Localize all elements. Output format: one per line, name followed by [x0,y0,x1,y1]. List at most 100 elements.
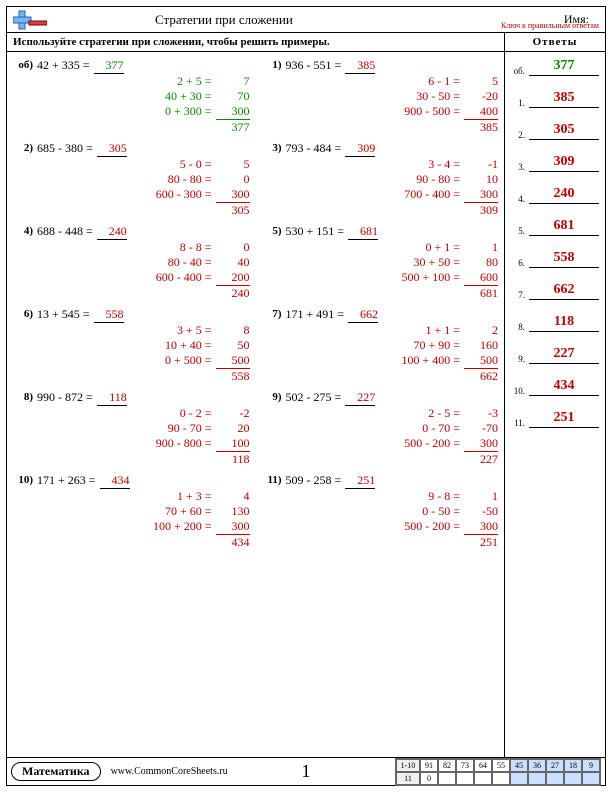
step-line: 0 - 50 = -50 [286,504,501,519]
problem: 11)509 - 258 =2519 - 8 =10 - 50 =-50500 … [260,473,501,550]
step-rhs: 0 [216,240,250,255]
step-line: 500 + 100 =600 [286,270,501,286]
expression-answer: 681 [348,224,378,240]
step-rhs: 400 [464,104,498,120]
step-total: 558 [37,369,252,384]
expression-text: 171 + 263 = [37,473,96,488]
answer-value: 309 [529,154,599,172]
problem-number: 10) [11,473,33,486]
expression-text: 530 + 151 = [286,224,345,239]
step-lhs: 500 - 200 = [390,436,460,452]
score-cell: 0 [420,772,438,785]
step-total: 377 [37,120,252,135]
step-lhs: 30 + 50 = [390,255,460,270]
answer-row: 2.305 [511,122,599,140]
step-lhs: 30 - 50 = [390,89,460,104]
step-lhs: 1 + 1 = [390,323,460,338]
problem: 8)990 - 872 =1180 - 2 =-290 - 70 =20900 … [11,390,252,467]
answer-number: 2. [511,130,525,140]
answer-row: 4.240 [511,186,599,204]
step-total: 305 [37,203,252,218]
body: об)42 + 335 =3772 + 5 =740 + 30 =700 + 3… [7,52,605,757]
step-line: 900 - 800 =100 [37,436,252,452]
answer-value: 681 [529,218,599,236]
step-lhs: 5 - 0 = [142,157,212,172]
score-cell: 45 [510,759,528,772]
step-lhs: 9 - 8 = [390,489,460,504]
step-rhs: 300 [216,104,250,120]
instructions-text: Используйте стратегии при сложении, чтоб… [7,33,505,51]
problem-body: 793 - 484 =3093 - 4 =-190 - 80 =10700 - … [286,141,501,218]
score-cell [546,772,564,785]
step-rhs: 160 [464,338,498,353]
step-rhs: 1 [464,240,498,255]
step-line: 600 - 400 =200 [37,270,252,286]
step-lhs: 0 - 70 = [390,421,460,436]
problem-expression: 793 - 484 =309 [286,141,501,157]
answer-number: 4. [511,194,525,204]
step-rhs: 8 [216,323,250,338]
problem: 7)171 + 491 =6621 + 1 =270 + 90 =160100 … [260,307,501,384]
step-lhs: 1 + 3 = [142,489,212,504]
site-url: www.CommonCoreSheets.ru [111,766,228,777]
step-rhs: 70 [216,89,250,104]
step-line: 0 - 70 = -70 [286,421,501,436]
page-number: 1 [302,761,311,782]
answer-row: 11.251 [511,410,599,428]
answer-number: 8. [511,322,525,332]
step-line: 0 + 500 =500 [37,353,252,369]
answer-value: 118 [529,314,599,332]
problem-body: 990 - 872 =1180 - 2 =-290 - 70 =20900 - … [37,390,252,467]
answer-number: 7. [511,290,525,300]
problem-body: 688 - 448 =2408 - 8 =080 - 40 =40600 - 4… [37,224,252,301]
score-cell [564,772,582,785]
step-rhs: 80 [464,255,498,270]
answer-value: 434 [529,378,599,396]
step-lhs: 8 - 8 = [142,240,212,255]
answer-row: 3.309 [511,154,599,172]
step-lhs: 0 + 500 = [142,353,212,369]
step-rhs: -50 [464,504,498,519]
score-cell: 82 [438,759,456,772]
step-lhs: 90 - 80 = [390,172,460,187]
expression-answer: 385 [345,58,375,74]
problem-body: 13 + 545 =5583 + 5 =810 + 40 =500 + 500 … [37,307,252,384]
problem-body: 171 + 263 =4341 + 3 =470 + 60 =130100 + … [37,473,252,550]
problems-area: об)42 + 335 =3772 + 5 =740 + 30 =700 + 3… [7,52,505,757]
step-rhs: 7 [216,74,250,89]
problem-number: 4) [11,224,33,237]
score-cell: 55 [492,759,510,772]
step-total: 251 [286,535,501,550]
step-line: 500 - 200 =300 [286,519,501,535]
step-lhs: 3 + 5 = [142,323,212,338]
expression-text: 688 - 448 = [37,224,93,239]
step-rhs: 300 [464,436,498,452]
answer-row: 10.434 [511,378,599,396]
problem-expression: 171 + 491 =662 [286,307,501,323]
step-line: 30 - 50 =-20 [286,89,501,104]
step-rhs: 5 [216,157,250,172]
score-cell: 91 [420,759,438,772]
step-rhs: 300 [464,187,498,203]
step-line: 1 + 1 =2 [286,323,501,338]
expression-text: 13 + 545 = [37,307,90,322]
expression-answer: 309 [345,141,375,157]
footer: Математика www.CommonCoreSheets.ru 1 1-1… [7,757,605,785]
score-cell: 1-10 [396,759,420,772]
problem: 9)502 - 275 =2272 - 5 =-30 - 70 =-70500 … [260,390,501,467]
step-lhs: 3 - 4 = [390,157,460,172]
step-rhs: -70 [464,421,498,436]
step-line: 0 + 1 =1 [286,240,501,255]
answer-number: 9. [511,354,525,364]
step-line: 100 + 400 =500 [286,353,501,369]
step-rhs: 10 [464,172,498,187]
answers-header: Ответы [505,33,605,51]
subject-badge: Математика [11,762,101,781]
step-lhs: 0 - 50 = [390,504,460,519]
instruction-row: Используйте стратегии при сложении, чтоб… [7,33,605,52]
problem-expression: 688 - 448 =240 [37,224,252,240]
step-line: 900 - 500 =400 [286,104,501,120]
worksheet-page: Стратегии при сложении Имя: Ключ к прави… [6,6,606,786]
step-total: 309 [286,203,501,218]
problem-number: 2) [11,141,33,154]
